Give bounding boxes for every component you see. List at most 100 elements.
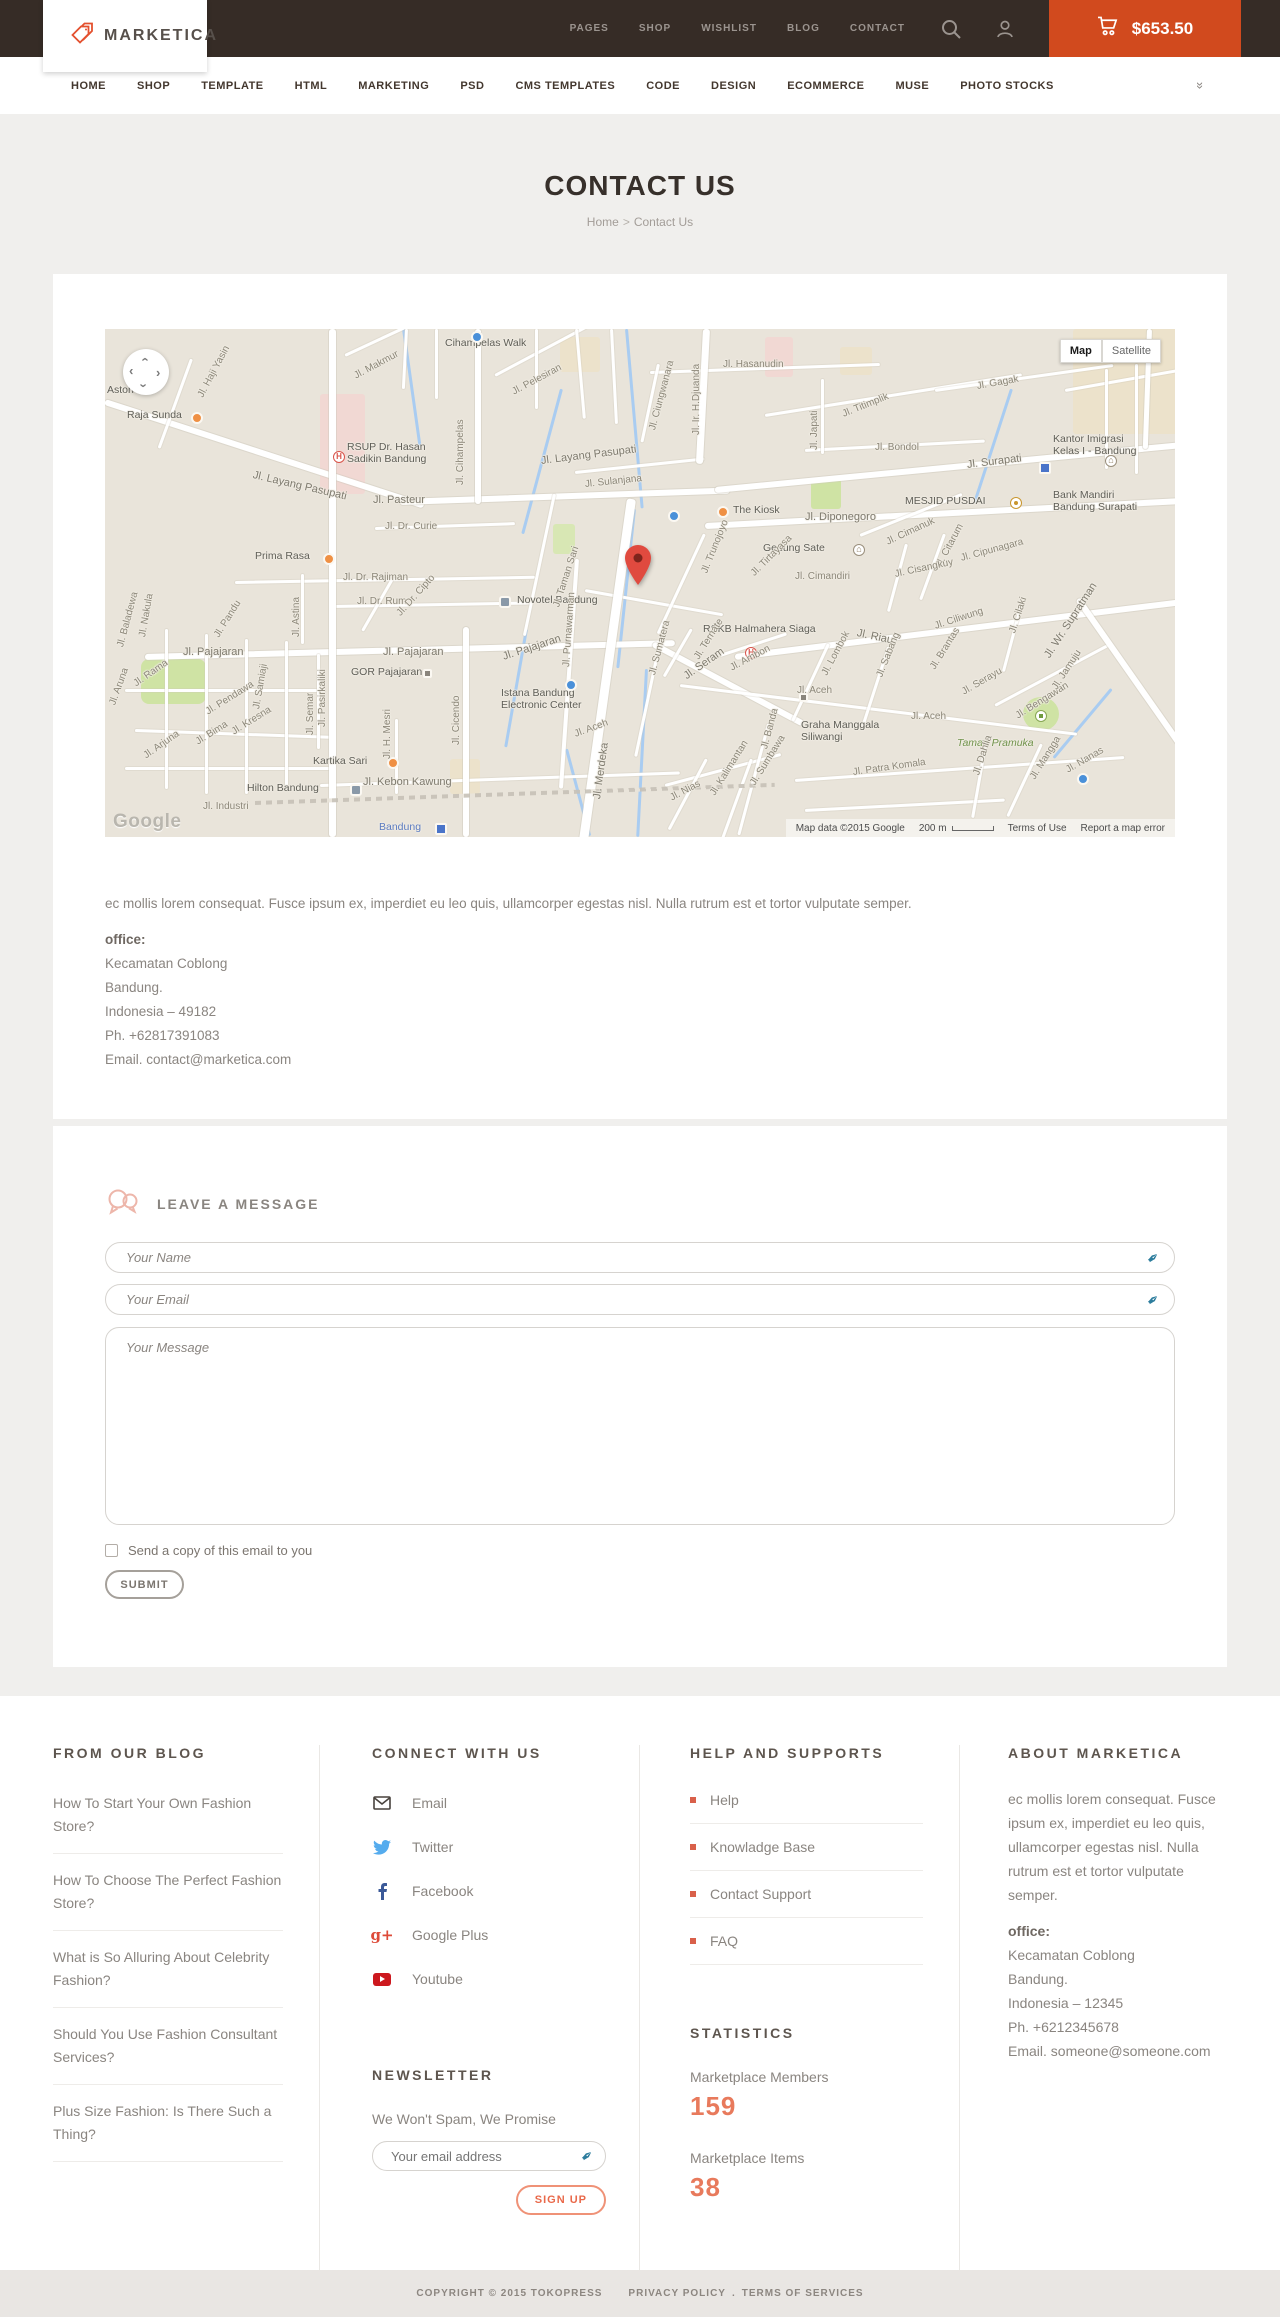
- square-bullet-icon: [690, 1844, 696, 1850]
- map-label: Kantor Imigrasi Kelas I - Bandung: [1053, 433, 1136, 457]
- map-poi-icon: [717, 506, 729, 518]
- top-nav-item[interactable]: WISHLIST: [701, 23, 757, 34]
- blog-post-link[interactable]: What is So Alluring About Celebrity Fash…: [53, 1931, 283, 2008]
- privacy-policy-link[interactable]: PRIVACY POLICY: [628, 2288, 726, 2299]
- terms-of-services-link[interactable]: TERMS OF SERVICES: [742, 2288, 864, 2299]
- map-button[interactable]: Map: [1059, 339, 1102, 363]
- category-nav-item[interactable]: MARKETING: [358, 80, 429, 92]
- satellite-button[interactable]: Satellite: [1101, 339, 1161, 363]
- top-nav-item[interactable]: CONTACT: [850, 23, 905, 34]
- map-label: Jl. Pajajaran: [383, 646, 444, 658]
- send-copy-row: Send a copy of this email to you: [105, 1543, 1175, 1558]
- category-nav-item[interactable]: HTML: [295, 80, 328, 92]
- pan-up-icon[interactable]: ›: [137, 357, 152, 361]
- help-link[interactable]: Contact Support: [690, 1871, 923, 1918]
- map-label: Jl. Bondol: [875, 442, 919, 453]
- footer-about-column: ABOUT MARKETICA ec mollis lorem consequa…: [960, 1745, 1227, 2270]
- map-label: Jl. Nakula: [137, 592, 156, 638]
- help-link-label: Contact Support: [710, 1886, 812, 1902]
- pan-right-icon[interactable]: ›: [156, 366, 160, 379]
- map-marker-pin-icon[interactable]: [625, 545, 651, 590]
- youtube-icon: [372, 1972, 392, 1986]
- social-link-youtube[interactable]: Youtube: [372, 1957, 603, 2001]
- breadcrumb: Home > Contact Us: [0, 215, 1280, 229]
- office-address-block: office: Kecamatan Coblong Bandung. Indones…: [105, 928, 1175, 1072]
- pan-down-icon[interactable]: ›: [137, 383, 152, 387]
- account-icon[interactable]: [995, 19, 1015, 39]
- help-link[interactable]: FAQ: [690, 1918, 923, 1965]
- google-map[interactable]: Cihampelas Walk Aston Raja Sunda Jl. Haji Y…: [105, 329, 1175, 837]
- category-nav-item[interactable]: PSD: [460, 80, 484, 92]
- facebook-icon: [372, 1882, 392, 1900]
- blog-post-link[interactable]: Plus Size Fashion: Is There Such a Thing…: [53, 2085, 283, 2162]
- signup-button[interactable]: SIGN UP: [515, 2185, 606, 2215]
- category-nav-item[interactable]: TEMPLATE: [201, 80, 263, 92]
- social-label: Facebook: [412, 1883, 474, 1899]
- blog-post-link[interactable]: How To Choose The Perfect Fashion Store?: [53, 1854, 283, 1931]
- help-link[interactable]: Help: [690, 1777, 923, 1824]
- breadcrumb-home[interactable]: Home: [587, 215, 619, 229]
- email-input[interactable]: [105, 1284, 1175, 1315]
- category-nav-item[interactable]: ECOMMERCE: [787, 80, 864, 92]
- map-poi-icon: [1077, 773, 1089, 785]
- search-icon[interactable]: [941, 19, 961, 39]
- brand-name: MARKETICA: [104, 27, 218, 44]
- category-nav-item[interactable]: DESIGN: [711, 80, 756, 92]
- map-label: Jl. Diponegoro: [805, 511, 876, 523]
- logo[interactable]: MARKETICA: [43, 0, 216, 72]
- map-label: Jl. Pajajaran: [183, 646, 244, 658]
- terms-of-use-link[interactable]: Terms of Use: [1008, 823, 1067, 834]
- social-link-google-plus[interactable]: g+ Google Plus: [370, 1913, 603, 1957]
- map-poi-icon: [323, 553, 335, 565]
- category-nav-item[interactable]: CMS TEMPLATES: [515, 80, 615, 92]
- map-label: Jl. H. Mesri: [382, 709, 393, 759]
- nav-more-chevron-icon[interactable]: »: [1193, 82, 1208, 89]
- map-attribution: Map data ©2015 Google 200 m Terms of Use…: [785, 819, 1175, 837]
- blog-column-title: FROM OUR BLOG: [53, 1745, 207, 1761]
- social-link-facebook[interactable]: Facebook: [372, 1869, 603, 1913]
- map-label: Jl. Industri: [203, 801, 249, 812]
- footer-help-column: HELP AND SUPPORTS Help Knowladge Base Cont…: [640, 1745, 960, 2270]
- social-label: Email: [412, 1795, 448, 1811]
- newsletter-email-input[interactable]: [372, 2141, 606, 2171]
- name-input[interactable]: [105, 1242, 1175, 1273]
- send-copy-checkbox[interactable]: [105, 1544, 118, 1557]
- map-poi-icon: [1010, 497, 1022, 509]
- category-nav-item[interactable]: HOME: [71, 80, 106, 92]
- map-poi-icon: [471, 331, 483, 343]
- map-label: Jl. Astina: [291, 596, 302, 637]
- address-line: Email. contact@marketica.com: [105, 1052, 292, 1067]
- submit-button[interactable]: SUBMIT: [105, 1570, 184, 1599]
- category-nav-item[interactable]: PHOTO STOCKS: [960, 80, 1054, 92]
- top-nav-item[interactable]: BLOG: [787, 23, 820, 34]
- stat-value: 159: [690, 2091, 737, 2121]
- twitter-icon: [372, 1839, 392, 1855]
- top-nav-item[interactable]: SHOP: [639, 23, 671, 34]
- map-scale: 200 m: [919, 823, 994, 834]
- social-link-twitter[interactable]: Twitter: [372, 1825, 603, 1869]
- report-map-error-link[interactable]: Report a map error: [1081, 823, 1165, 834]
- blog-post-link[interactable]: Should You Use Fashion Consultant Servic…: [53, 2008, 283, 2085]
- category-nav-item[interactable]: CODE: [646, 80, 680, 92]
- map-poi-icon: [565, 679, 577, 691]
- pan-left-icon[interactable]: ›: [129, 365, 133, 380]
- map-pan-control[interactable]: › › › ›: [123, 349, 169, 395]
- map-poi-icon: [423, 669, 432, 678]
- help-link-label: FAQ: [710, 1933, 739, 1949]
- google-plus-icon: g+: [370, 1925, 394, 1944]
- square-bullet-icon: [690, 1797, 696, 1803]
- social-link-email[interactable]: Email: [372, 1781, 603, 1825]
- map-poi-icon: [668, 510, 680, 522]
- map-label: Jl. Cipunagara: [959, 536, 1025, 564]
- cart-button[interactable]: $653.50: [1049, 0, 1241, 57]
- help-link[interactable]: Knowladge Base: [690, 1824, 923, 1871]
- top-nav-item[interactable]: PAGES: [570, 23, 609, 34]
- blog-post-link[interactable]: How To Start Your Own Fashion Store?: [53, 1777, 283, 1854]
- map-label: GOR Pajajaran: [351, 666, 423, 678]
- category-nav-item[interactable]: SHOP: [137, 80, 170, 92]
- address-line: Kecamatan Coblong: [1008, 1947, 1135, 1963]
- help-link-label: Help: [710, 1792, 739, 1808]
- message-textarea[interactable]: [105, 1327, 1175, 1525]
- address-line: Indonesia – 49182: [105, 1004, 217, 1019]
- category-nav-item[interactable]: MUSE: [895, 80, 929, 92]
